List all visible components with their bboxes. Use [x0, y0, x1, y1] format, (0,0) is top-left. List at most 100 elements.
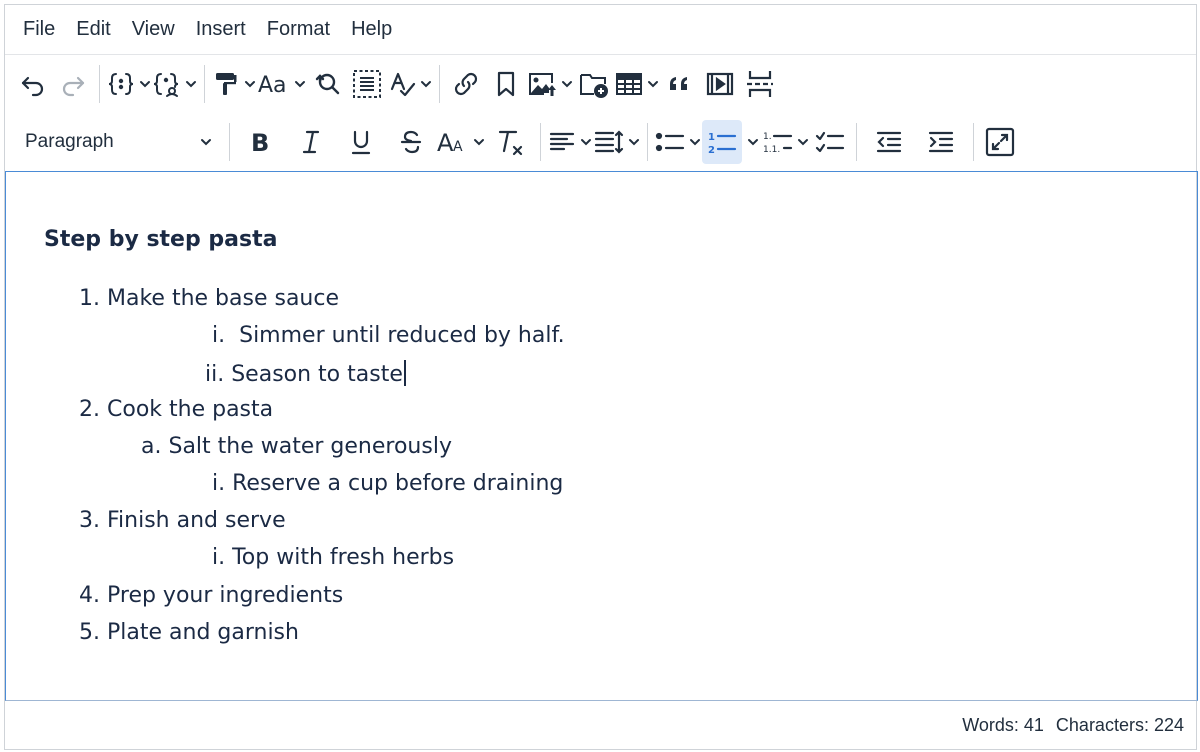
toolbar-separator: [973, 123, 974, 161]
image-button[interactable]: [526, 62, 574, 106]
bullet-list-icon: [655, 132, 685, 152]
list-marker: 4.: [79, 583, 100, 608]
list-item: 4. Prep your ingredients: [79, 583, 343, 608]
italic-icon: [302, 130, 320, 154]
file-manager-button[interactable]: [574, 62, 614, 106]
menubar: File Edit View Insert Format Help: [5, 5, 1196, 55]
spellcheck-button[interactable]: [387, 62, 433, 106]
svg-text:2: 2: [708, 145, 715, 156]
menu-view[interactable]: View: [124, 12, 188, 48]
align-button[interactable]: [547, 120, 593, 164]
svg-text:B: B: [251, 129, 269, 157]
chevron-down-icon: [186, 81, 196, 88]
font-case-button[interactable]: AA: [436, 120, 486, 164]
font-size-icon: Aa: [258, 73, 287, 98]
chevron-down-icon: [140, 81, 150, 88]
italic-button[interactable]: [286, 120, 336, 164]
toolbar-row-2: Paragraph B AA 1 2 1. 1.1.: [5, 113, 1196, 171]
checklist-icon: [815, 131, 845, 153]
underline-button[interactable]: [336, 120, 386, 164]
bookmark-button[interactable]: [486, 62, 526, 106]
multilevel-list-button[interactable]: 1. 1.1.: [762, 120, 810, 164]
code-brackets-icon: [108, 73, 134, 95]
list-item-text: Simmer until reduced by half.: [239, 323, 565, 348]
svg-text:1.: 1.: [763, 132, 772, 142]
blockquote-button[interactable]: [660, 62, 700, 106]
list-item: a. Salt the water generously: [141, 434, 452, 459]
bullet-list-button[interactable]: [654, 120, 702, 164]
indent-button[interactable]: [915, 120, 967, 164]
redo-button[interactable]: [53, 62, 93, 106]
toolbar-separator: [647, 123, 648, 161]
list-item-text: Salt the water generously: [168, 434, 452, 459]
list-item: i. Simmer until reduced by half.: [212, 323, 565, 348]
menu-help[interactable]: Help: [343, 12, 405, 48]
list-marker: a.: [141, 434, 162, 459]
media-button[interactable]: [700, 62, 740, 106]
list-item: 2. Cook the pasta: [79, 397, 273, 422]
block-format-select[interactable]: Paragraph: [13, 120, 223, 164]
menu-format[interactable]: Format: [259, 12, 343, 48]
select-all-button[interactable]: [347, 62, 387, 106]
chevron-down-icon: [474, 139, 484, 146]
menu-file[interactable]: File: [15, 12, 68, 48]
find-replace-button[interactable]: [307, 62, 347, 106]
checklist-button[interactable]: [810, 120, 850, 164]
statusbar: Words: 41 Characters: 224: [5, 701, 1196, 749]
list-marker: i.: [212, 323, 226, 348]
multilevel-list-icon: 1.1.1.: [763, 132, 793, 155]
rich-text-editor: File Edit View Insert Format Help Aa Par…: [4, 4, 1198, 750]
chevron-down-icon: [245, 81, 255, 88]
toolbar-separator: [856, 123, 857, 161]
menu-insert[interactable]: Insert: [188, 12, 259, 48]
editor-content-area[interactable]: Step by step pasta 1. Make the base sauc…: [5, 171, 1198, 701]
svg-text:A: A: [453, 139, 463, 155]
list-marker: ii.: [205, 362, 225, 387]
bookmark-icon: [497, 71, 515, 97]
merge-tags-button[interactable]: [152, 62, 198, 106]
numbered-list-dropdown[interactable]: [742, 120, 762, 164]
page-break-button[interactable]: [740, 62, 780, 106]
table-button[interactable]: [614, 62, 660, 106]
chevron-down-icon: [648, 81, 658, 88]
toolbar-separator: [439, 65, 440, 103]
list-item-text: Top with fresh herbs: [232, 545, 455, 570]
list-marker: 3.: [79, 508, 100, 533]
list-item-text: Make the base sauce: [107, 286, 339, 311]
undo-button[interactable]: [13, 62, 53, 106]
font-size-button[interactable]: Aa: [257, 62, 307, 106]
toolbar-separator: [540, 123, 541, 161]
outdent-button[interactable]: [863, 120, 915, 164]
word-count[interactable]: Words: 41: [962, 715, 1044, 736]
svg-text:1.1.: 1.1.: [763, 145, 780, 155]
menu-edit[interactable]: Edit: [68, 12, 123, 48]
outdent-icon: [876, 131, 902, 153]
format-painter-button[interactable]: [211, 62, 257, 106]
line-height-icon: [594, 130, 624, 154]
bold-icon: B: [251, 129, 269, 157]
code-dropdown-button[interactable]: [106, 62, 152, 106]
svg-text:A: A: [437, 129, 454, 157]
toolbar-separator: [99, 65, 100, 103]
clear-formatting-button[interactable]: [486, 120, 534, 164]
bold-button[interactable]: B: [236, 120, 286, 164]
line-height-button[interactable]: [593, 120, 641, 164]
fullscreen-icon: [985, 127, 1015, 157]
list-marker: 1.: [79, 286, 100, 311]
clear-formatting-icon: [498, 130, 523, 156]
svg-text:1: 1: [708, 132, 715, 143]
list-item: i. Reserve a cup before draining: [212, 471, 563, 496]
character-count[interactable]: Characters: 224: [1056, 715, 1184, 736]
fullscreen-button[interactable]: [980, 120, 1020, 164]
chevron-down-icon: [690, 139, 700, 146]
numbered-list-button[interactable]: 12: [702, 120, 742, 164]
strikethrough-button[interactable]: [386, 120, 436, 164]
list-item: 1. Make the base sauce: [79, 286, 339, 311]
list-item: 3. Finish and serve: [79, 508, 286, 533]
list-marker: 2.: [79, 397, 100, 422]
select-all-icon: [353, 70, 381, 98]
toolbar-row-1: Aa: [5, 55, 1196, 113]
redo-icon: [62, 76, 85, 97]
chevron-down-icon: [421, 81, 431, 88]
link-button[interactable]: [446, 62, 486, 106]
